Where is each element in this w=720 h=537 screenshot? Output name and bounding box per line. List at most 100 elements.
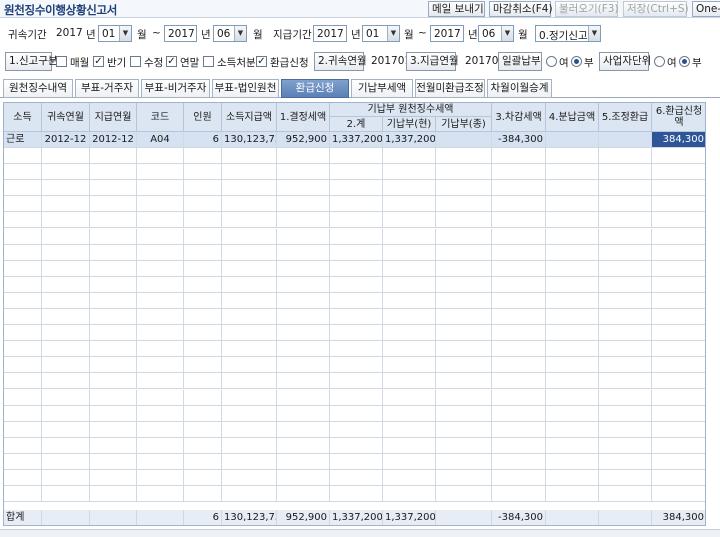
empty-cell[interactable] [222, 292, 277, 309]
empty-cell[interactable] [599, 212, 652, 229]
empty-cell[interactable] [492, 228, 546, 245]
empty-cell[interactable] [436, 357, 492, 374]
empty-cell[interactable] [383, 148, 436, 164]
cell-persons[interactable]: 6 [184, 132, 222, 148]
empty-cell[interactable] [222, 309, 277, 325]
empty-cell[interactable] [184, 228, 222, 245]
cell-refund-request[interactable]: 384,300 [652, 132, 705, 148]
batch-yes-radio[interactable] [546, 56, 557, 67]
empty-cell[interactable] [137, 196, 184, 213]
empty-cell[interactable] [492, 453, 546, 470]
empty-cell[interactable] [184, 325, 222, 342]
empty-cell[interactable] [330, 389, 383, 406]
empty-cell[interactable] [42, 373, 90, 390]
empty-cell[interactable] [4, 405, 42, 422]
empty-cell[interactable] [436, 405, 492, 422]
empty-cell[interactable] [436, 437, 492, 454]
empty-cell[interactable] [222, 341, 277, 358]
empty-cell[interactable] [383, 341, 436, 358]
empty-cell[interactable] [546, 470, 599, 486]
empty-cell[interactable] [277, 196, 330, 213]
empty-cell[interactable] [546, 389, 599, 406]
empty-cell[interactable] [277, 212, 330, 229]
empty-cell[interactable] [383, 196, 436, 213]
empty-cell[interactable] [184, 373, 222, 390]
empty-cell[interactable] [383, 405, 436, 422]
empty-cell[interactable] [137, 341, 184, 358]
empty-cell[interactable] [90, 437, 137, 454]
empty-cell[interactable] [222, 260, 277, 277]
empty-cell[interactable] [90, 276, 137, 293]
empty-cell[interactable] [4, 389, 42, 406]
cell-pay-amount[interactable]: 130,123,739 [222, 132, 277, 148]
empty-cell[interactable] [184, 470, 222, 486]
empty-cell[interactable] [652, 164, 705, 181]
empty-cell[interactable] [222, 421, 277, 438]
empty-cell[interactable] [330, 292, 383, 309]
empty-cell[interactable] [277, 244, 330, 261]
empty-cell[interactable] [492, 309, 546, 325]
empty-cell[interactable] [546, 309, 599, 325]
empty-cell[interactable] [184, 437, 222, 454]
empty-cell[interactable] [652, 212, 705, 229]
empty-cell[interactable] [4, 309, 42, 325]
empty-cell[interactable] [4, 325, 42, 342]
empty-cell[interactable] [90, 244, 137, 261]
empty-cell[interactable] [90, 180, 137, 197]
empty-cell[interactable] [137, 405, 184, 422]
empty-cell[interactable] [4, 453, 42, 470]
empty-cell[interactable] [137, 373, 184, 390]
empty-cell[interactable] [277, 309, 330, 325]
empty-cell[interactable] [90, 341, 137, 358]
empty-cell[interactable] [330, 486, 383, 503]
pay-from-year-input[interactable]: 2017 [313, 25, 347, 42]
empty-cell[interactable] [222, 405, 277, 422]
empty-cell[interactable] [546, 148, 599, 164]
empty-cell[interactable] [184, 421, 222, 438]
empty-cell[interactable] [492, 148, 546, 164]
empty-cell[interactable] [42, 180, 90, 197]
empty-cell[interactable] [546, 180, 599, 197]
empty-cell[interactable] [137, 389, 184, 406]
empty-cell[interactable] [599, 148, 652, 164]
empty-cell[interactable] [4, 260, 42, 277]
empty-cell[interactable] [492, 421, 546, 438]
cancel-close-button[interactable]: 마감취소(F4) [489, 1, 553, 17]
empty-cell[interactable] [277, 341, 330, 358]
empty-cell[interactable] [4, 437, 42, 454]
empty-cell[interactable] [330, 276, 383, 293]
empty-cell[interactable] [330, 212, 383, 229]
empty-cell[interactable] [277, 486, 330, 503]
empty-cell[interactable] [137, 470, 184, 486]
empty-cell[interactable] [652, 277, 705, 293]
cell-code[interactable]: A04 [137, 132, 184, 148]
tab-next-month-carry[interactable]: 차월이월승계 [487, 79, 552, 98]
attr-to-month-select[interactable]: 06 ▼ [213, 25, 247, 42]
biz-unit-yes-radio[interactable] [654, 56, 665, 67]
empty-cell[interactable] [599, 341, 652, 358]
empty-cell[interactable] [184, 453, 222, 470]
empty-cell[interactable] [436, 196, 492, 213]
empty-cell[interactable] [137, 453, 184, 470]
empty-cell[interactable] [184, 164, 222, 181]
empty-cell[interactable] [599, 357, 652, 374]
empty-cell[interactable] [42, 276, 90, 293]
empty-cell[interactable] [492, 373, 546, 390]
empty-cell[interactable] [492, 437, 546, 454]
empty-cell[interactable] [546, 276, 599, 293]
empty-cell[interactable] [436, 244, 492, 261]
empty-cell[interactable] [383, 470, 436, 486]
empty-cell[interactable] [492, 244, 546, 261]
empty-cell[interactable] [222, 325, 277, 342]
empty-cell[interactable] [277, 292, 330, 309]
empty-cell[interactable] [383, 453, 436, 470]
empty-cell[interactable] [4, 164, 42, 181]
empty-cell[interactable] [90, 470, 137, 486]
empty-cell[interactable] [546, 421, 599, 438]
tab-nonresident[interactable]: 부표-비거주자 [141, 79, 210, 98]
empty-cell[interactable] [137, 325, 184, 342]
empty-cell[interactable] [42, 341, 90, 358]
empty-cell[interactable] [383, 486, 436, 503]
biz-unit-no-radio[interactable] [679, 56, 690, 67]
empty-cell[interactable] [4, 244, 42, 261]
